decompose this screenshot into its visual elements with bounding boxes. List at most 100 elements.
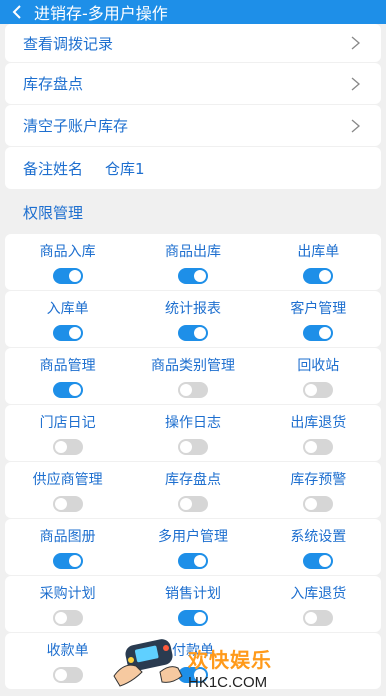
permission-cell: 商品出库: [130, 234, 255, 290]
permission-cell: 采购计划: [5, 576, 130, 632]
permission-toggle[interactable]: [303, 438, 334, 455]
permission-toggle[interactable]: [52, 609, 83, 626]
permission-label: 出库退货: [290, 414, 347, 431]
permissions-heading-row: 权限管理: [5, 190, 381, 234]
permission-toggle[interactable]: [303, 552, 334, 569]
toggle-knob: [54, 497, 67, 510]
permission-toggle[interactable]: [52, 324, 83, 341]
toggle-knob: [193, 326, 206, 339]
permission-row: 商品入库 商品出库 出库单: [5, 234, 381, 290]
watermark: 欢快娱乐 HK1C.COM: [108, 632, 278, 692]
permission-cell: 统计报表: [130, 291, 255, 347]
permission-toggle[interactable]: [177, 324, 208, 341]
permission-toggle[interactable]: [52, 438, 83, 455]
permission-row: 商品管理 商品类别管理 回收站: [5, 348, 381, 404]
permission-label: 多用户管理: [157, 528, 228, 545]
toggle-knob: [179, 497, 192, 510]
permission-cell: 门店日记: [5, 405, 130, 461]
permission-cell: 客户管理: [256, 291, 381, 347]
permission-cell: 库存预警: [256, 462, 381, 518]
permission-label: 收款单: [46, 642, 89, 659]
menu-item-stock-count[interactable]: 库存盘点: [5, 63, 381, 104]
permission-cell: 出库单: [256, 234, 381, 290]
watermark-url: HK1C.COM: [188, 674, 268, 691]
permission-cell: 多用户管理: [130, 519, 255, 575]
permission-cell: 库存盘点: [130, 462, 255, 518]
permission-label: 商品入库: [39, 243, 96, 260]
permission-cell: 入库退货: [256, 576, 381, 632]
permission-cell: 商品图册: [5, 519, 130, 575]
toggle-knob: [68, 554, 81, 567]
permission-label: 出库单: [297, 243, 340, 260]
permission-label: 统计报表: [164, 300, 221, 317]
permission-label: 供应商管理: [32, 471, 103, 488]
permission-cell: 商品入库: [5, 234, 130, 290]
back-button[interactable]: [0, 0, 34, 24]
permission-cell: 入库单: [5, 291, 130, 347]
permission-toggle[interactable]: [303, 495, 334, 512]
permission-toggle[interactable]: [177, 438, 208, 455]
permission-cell: 操作日志: [130, 405, 255, 461]
permission-row: 入库单 统计报表 客户管理: [5, 291, 381, 347]
note-name-value: 仓库1: [105, 159, 145, 178]
permission-toggle[interactable]: [52, 552, 83, 569]
permission-row: 采购计划 销售计划 入库退货: [5, 576, 381, 632]
toggle-knob: [305, 440, 318, 453]
toggle-knob: [68, 383, 81, 396]
permission-row: 门店日记 操作日志 出库退货: [5, 405, 381, 461]
chevron-right-icon: [351, 77, 360, 90]
menu-item-clear-sub-account-stock[interactable]: 清空子账户库存: [5, 105, 381, 146]
permission-label: 客户管理: [290, 300, 347, 317]
permission-toggle[interactable]: [177, 609, 208, 626]
note-name-field: 备注姓名 仓库1: [23, 158, 145, 179]
chevron-right-icon: [351, 36, 360, 50]
toggle-knob: [68, 326, 81, 339]
permission-label: 库存盘点: [164, 471, 221, 488]
permission-row: 供应商管理 库存盘点 库存预警: [5, 462, 381, 518]
gamepad-hand-icon: [113, 639, 183, 687]
toggle-knob: [193, 269, 206, 282]
permission-label: 系统设置: [290, 528, 347, 545]
permission-toggle[interactable]: [177, 495, 208, 512]
permission-toggle[interactable]: [303, 609, 334, 626]
menu-item-transfer-records[interactable]: 查看调拨记录: [5, 24, 381, 62]
permission-label: 回收站: [297, 357, 340, 374]
permission-toggle[interactable]: [177, 381, 208, 398]
permission-label: 商品出库: [164, 243, 221, 260]
permission-label: 商品图册: [39, 528, 96, 545]
toggle-knob: [54, 668, 67, 681]
chevron-right-icon: [351, 119, 360, 132]
permission-toggle[interactable]: [303, 381, 334, 398]
toggle-knob: [305, 497, 318, 510]
permission-toggle[interactable]: [52, 495, 83, 512]
menu-item-label: 查看调拨记录: [23, 34, 114, 53]
menu-item-label: 库存盘点: [23, 75, 84, 93]
permission-toggle[interactable]: [52, 666, 83, 683]
permission-label: 入库单: [46, 300, 89, 317]
toggle-knob: [54, 440, 67, 453]
permission-toggle[interactable]: [177, 552, 208, 569]
toggle-knob: [68, 269, 81, 282]
permission-toggle[interactable]: [177, 267, 208, 284]
toggle-knob: [305, 611, 318, 624]
note-name-label: 备注姓名: [23, 159, 84, 178]
page-title: 进销存-多用户操作: [34, 4, 168, 23]
permission-toggle[interactable]: [52, 381, 83, 398]
permission-label: 门店日记: [39, 414, 96, 431]
permission-label: 商品类别管理: [150, 357, 235, 374]
app-header: 进销存-多用户操作: [0, 0, 386, 24]
toggle-knob: [319, 269, 332, 282]
toggle-knob: [319, 326, 332, 339]
permission-toggle[interactable]: [303, 267, 334, 284]
permission-toggle[interactable]: [303, 324, 334, 341]
menu-item-label: 清空子账户库存: [23, 117, 129, 135]
toggle-knob: [305, 383, 318, 396]
permission-label: 操作日志: [164, 414, 221, 431]
permission-toggle[interactable]: [52, 267, 83, 284]
permission-cell: 回收站: [256, 348, 381, 404]
note-name-row[interactable]: 备注姓名 仓库1: [5, 147, 381, 189]
permission-cell: 系统设置: [256, 519, 381, 575]
permission-label: 采购计划: [39, 585, 96, 602]
chevron-left-icon: [12, 5, 21, 19]
watermark-title: 欢快娱乐: [188, 648, 272, 672]
